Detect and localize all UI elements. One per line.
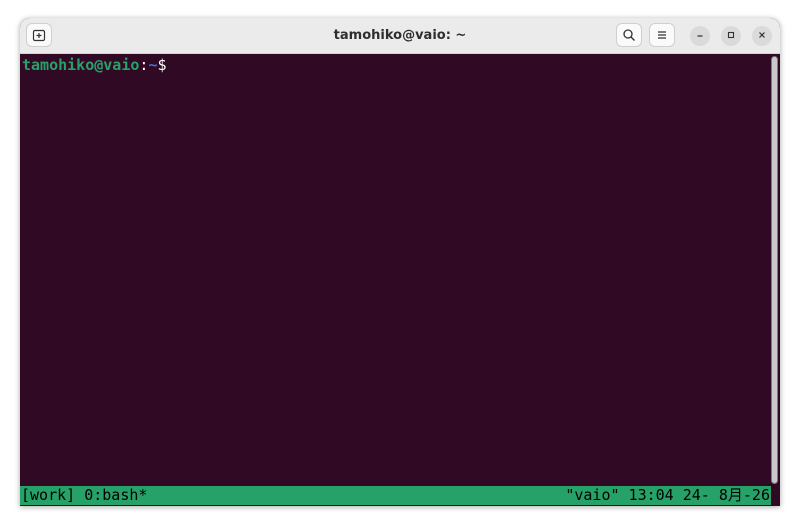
search-button[interactable] [616,23,642,47]
terminal-area[interactable]: tamohiko@vaio:~$ [work] 0:bash* "vaio" 1… [20,54,780,506]
menu-button[interactable] [649,23,675,47]
close-icon [757,27,767,45]
maximize-icon [726,27,736,45]
tmux-status-right: "vaio" 13:04 24- 8月-26 [565,486,770,504]
minimize-button[interactable] [690,26,710,46]
search-icon [622,28,636,42]
scrollbar[interactable] [771,56,778,484]
minimize-icon [695,27,705,45]
tmux-status-bar: [work] 0:bash* "vaio" 13:04 24- 8月-26 [20,486,771,505]
hamburger-menu-icon [655,28,669,42]
new-tab-button[interactable] [26,23,52,47]
terminal-window: tamohiko@vaio: ~ tamohiko@vaio:~$ [work]… [20,18,780,506]
title-bar[interactable]: tamohiko@vaio: ~ [20,18,780,54]
new-tab-icon [32,28,46,42]
tmux-status-left: [work] 0:bash* [21,486,148,504]
close-button[interactable] [752,26,772,46]
prompt-user-host: tamohiko@vaio [22,56,140,74]
prompt-symbol: $ [157,56,167,74]
maximize-button[interactable] [721,26,741,46]
shell-prompt: tamohiko@vaio:~$ [22,55,167,75]
